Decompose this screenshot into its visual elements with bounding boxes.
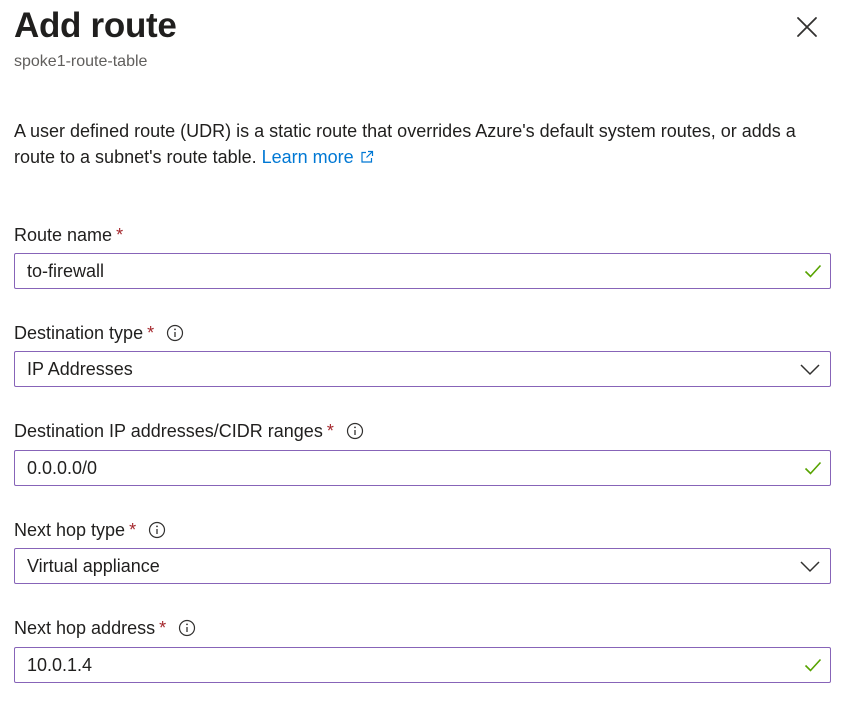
close-icon — [797, 17, 817, 37]
required-mark: * — [129, 520, 137, 540]
destination-ip-value: 0.0.0.0/0 — [27, 458, 98, 478]
next-hop-type-label-text: Next hop type — [14, 520, 126, 540]
panel-subtitle: spoke1-route-table — [14, 53, 148, 70]
panel-title: Add route — [14, 6, 177, 45]
route-name-label: Route name * — [14, 223, 123, 247]
next-hop-type-value: Virtual appliance — [27, 556, 160, 576]
chevron-down-icon — [800, 561, 820, 573]
info-icon[interactable] — [346, 422, 364, 440]
info-icon[interactable] — [148, 521, 166, 539]
next-hop-address-label-text: Next hop address — [14, 618, 156, 638]
add-route-panel: Add route spoke1-route-table A user defi… — [14, 0, 831, 701]
close-button[interactable] — [793, 13, 821, 41]
destination-type-label-text: Destination type — [14, 323, 144, 343]
next-hop-type-label: Next hop type * — [14, 518, 166, 542]
required-mark: * — [326, 421, 334, 441]
required-mark: * — [147, 323, 155, 343]
destination-ip-label: Destination IP addresses/CIDR ranges * — [14, 419, 364, 443]
checkmark-icon — [804, 461, 822, 475]
next-hop-type-select[interactable]: Virtual appliance — [14, 548, 831, 584]
destination-type-select[interactable]: IP Addresses — [14, 351, 831, 387]
info-icon[interactable] — [166, 324, 184, 342]
destination-type-value: IP Addresses — [27, 359, 133, 379]
required-mark: * — [159, 618, 167, 638]
description-text: A user defined route (UDR) is a static r… — [14, 121, 796, 167]
destination-type-label: Destination type * — [14, 321, 184, 345]
next-hop-address-input[interactable]: 10.0.1.4 — [14, 647, 831, 683]
external-link-icon — [361, 150, 373, 163]
checkmark-icon — [804, 264, 822, 278]
route-name-label-text: Route name — [14, 225, 113, 245]
chevron-down-icon — [800, 364, 820, 376]
destination-ip-label-text: Destination IP addresses/CIDR ranges — [14, 421, 323, 441]
checkmark-icon — [804, 658, 822, 672]
learn-more-link[interactable]: Learn more — [262, 147, 374, 167]
route-name-input[interactable]: to-firewall — [14, 253, 831, 289]
info-icon[interactable] — [178, 619, 196, 637]
required-mark: * — [116, 225, 124, 245]
destination-ip-input[interactable]: 0.0.0.0/0 — [14, 450, 831, 486]
route-name-value: to-firewall — [27, 261, 105, 281]
next-hop-address-value: 10.0.1.4 — [27, 655, 93, 675]
udr-description: A user defined route (UDR) is a static r… — [14, 118, 824, 170]
next-hop-address-label: Next hop address * — [14, 616, 196, 640]
learn-more-label: Learn more — [261, 147, 354, 167]
